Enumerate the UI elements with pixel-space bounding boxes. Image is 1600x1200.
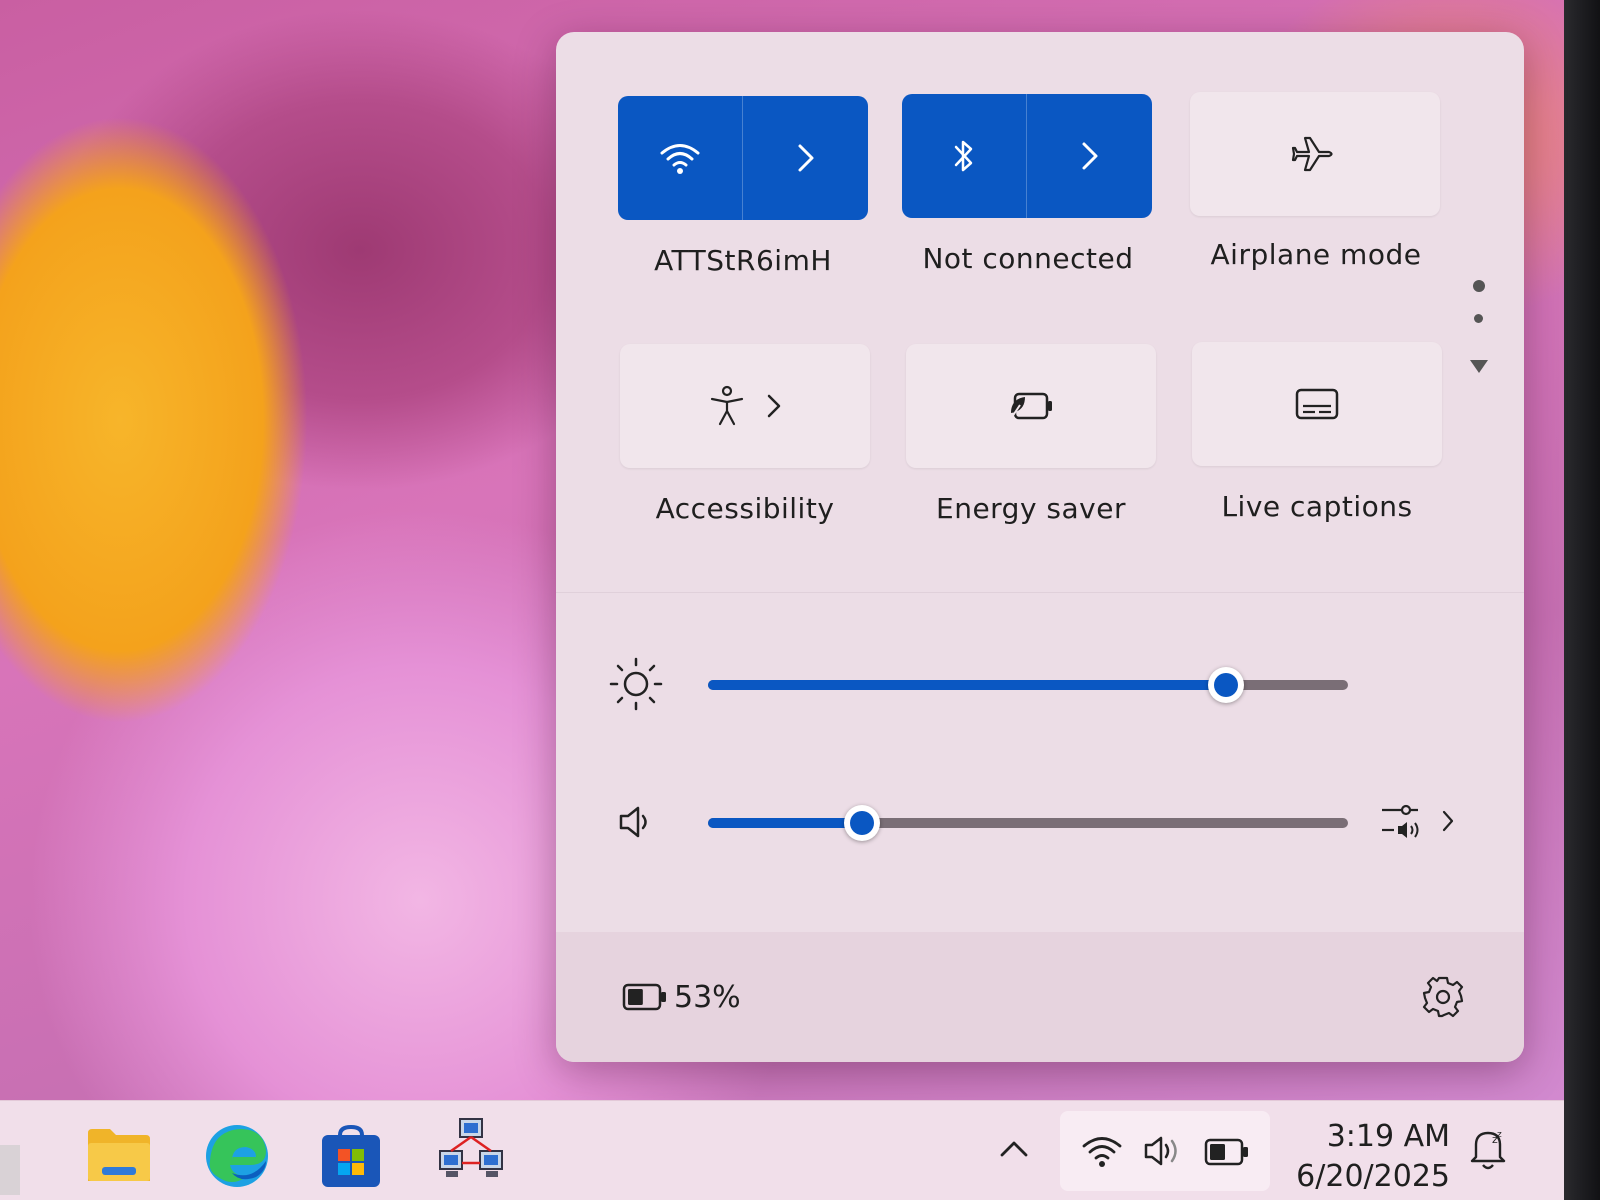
tiles-divider [556, 592, 1524, 593]
store-icon[interactable] [318, 1123, 384, 1189]
energy-saver-tile-label: Energy saver [936, 492, 1126, 525]
audio-output-button[interactable] [1376, 798, 1466, 846]
energy-saver-tile[interactable] [906, 344, 1156, 468]
quick-settings-panel: ATTStR6imH Not connected Airplane mode A… [556, 32, 1524, 1062]
wifi-icon [660, 144, 700, 174]
wifi-expand-button[interactable] [743, 96, 868, 220]
battery-icon[interactable] [622, 982, 668, 1012]
live-captions-tile[interactable] [1192, 342, 1442, 466]
taskbar-left-edge-item[interactable] [0, 1145, 20, 1195]
system-tray-quick-settings-button[interactable] [1060, 1111, 1270, 1191]
bluetooth-tile [902, 94, 1152, 218]
speaker-icon[interactable] [616, 802, 656, 842]
battery-percentage[interactable]: 53% [674, 980, 741, 1015]
show-hidden-icons-chevron-icon[interactable] [996, 1137, 1032, 1161]
airplane-icon [1291, 136, 1333, 172]
chevron-right-icon [798, 144, 813, 172]
bluetooth-toggle-button[interactable] [902, 94, 1027, 218]
wifi-icon [1082, 1137, 1122, 1167]
airplane-mode-tile[interactable] [1190, 92, 1440, 216]
page-dot[interactable] [1474, 314, 1483, 323]
taskbar: 3:19 AM 6/20/2025 z z [0, 1100, 1564, 1200]
taskbar-clock-date[interactable]: 6/20/2025 [1270, 1159, 1450, 1194]
quick-settings-footer: 53% [556, 932, 1524, 1062]
volume-row [556, 788, 1524, 858]
notification-bell-icon[interactable]: z z [1466, 1125, 1510, 1173]
wifi-toggle-button[interactable] [618, 96, 743, 220]
chevron-right-icon [1082, 142, 1097, 170]
edge-icon[interactable] [202, 1121, 272, 1191]
page-dot-active[interactable] [1473, 280, 1485, 292]
audio-mixer-icon [1382, 804, 1419, 838]
brightness-icon [609, 657, 663, 711]
volume-slider-thumb[interactable] [843, 805, 880, 841]
file-explorer-icon[interactable] [84, 1123, 154, 1187]
screen-bezel [1564, 0, 1600, 1200]
live-captions-tile-label: Live captions [1221, 490, 1413, 523]
brightness-slider-thumb[interactable] [1208, 667, 1245, 703]
airplane-mode-tile-label: Airplane mode [1210, 238, 1422, 271]
accessibility-tile-label: Accessibility [655, 492, 835, 525]
taskbar-clock-time[interactable]: 3:19 AM [1300, 1119, 1450, 1154]
battery-icon [1204, 1138, 1248, 1166]
wifi-tile-label: ATTStR6imH [654, 244, 832, 277]
bluetooth-icon [954, 140, 973, 172]
brightness-slider-fill [708, 680, 1227, 690]
page-indicator [1468, 280, 1488, 380]
brightness-row [556, 650, 1524, 720]
live-captions-icon [1295, 388, 1339, 420]
speaker-icon [1144, 1136, 1177, 1166]
energy-saver-icon [1011, 392, 1052, 420]
volume-slider-fill [708, 818, 862, 828]
wifi-tile [618, 96, 868, 220]
brightness-slider[interactable] [708, 667, 1348, 703]
network-app-icon[interactable] [436, 1115, 506, 1185]
chevron-right-icon [767, 394, 781, 418]
accessibility-tile[interactable] [620, 344, 870, 468]
accessibility-icon [710, 385, 744, 426]
chevron-right-icon [1442, 810, 1454, 832]
settings-gear-icon[interactable] [1420, 974, 1466, 1020]
volume-slider[interactable] [708, 805, 1348, 841]
bluetooth-tile-label: Not connected [922, 242, 1134, 275]
svg-text:z: z [1497, 1130, 1502, 1140]
bluetooth-expand-button[interactable] [1027, 94, 1152, 218]
next-page-arrow-icon[interactable] [1470, 360, 1488, 373]
